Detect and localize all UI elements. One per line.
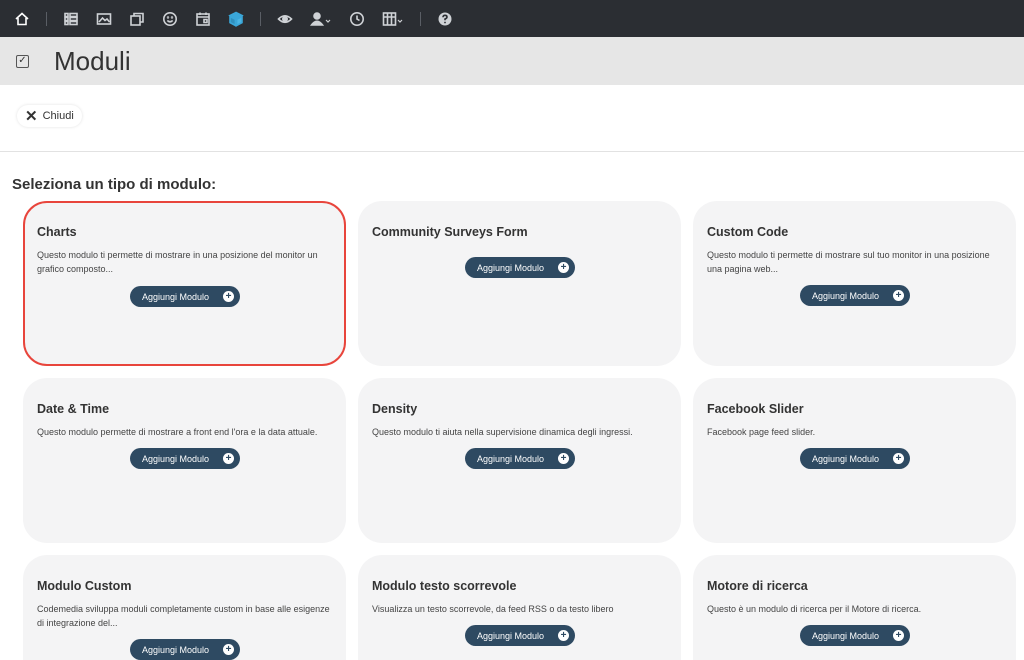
add-module-label: Aggiungi Modulo	[812, 630, 880, 641]
card-description: Visualizza un testo scorrevole, da feed …	[372, 604, 614, 614]
toolbar-divider	[420, 11, 421, 26]
add-module-label: Aggiungi Modulo	[477, 630, 545, 641]
plus-circle-icon: +	[893, 453, 904, 464]
layers-icon[interactable]	[128, 10, 146, 28]
module-card-modulo-custom[interactable]: Modulo Custom Codemedia sviluppa moduli …	[23, 555, 346, 660]
add-module-button[interactable]: Aggiungi Modulo +	[800, 625, 910, 646]
add-module-button[interactable]: Aggiungi Modulo +	[130, 639, 240, 660]
close-button-label: Chiudi	[42, 110, 74, 122]
module-card-custom-code[interactable]: Custom Code Questo modulo ti permette di…	[693, 201, 1016, 366]
cube-icon[interactable]	[227, 10, 245, 28]
checkbox-icon: ✓	[16, 54, 29, 68]
plus-circle-icon: +	[223, 453, 234, 464]
add-module-button[interactable]: Aggiungi Modulo +	[130, 286, 240, 307]
card-title: Date & Time	[37, 402, 110, 416]
help-icon[interactable]	[436, 10, 454, 28]
plus-circle-icon: +	[893, 630, 904, 641]
add-module-button[interactable]: Aggiungi Modulo +	[130, 448, 240, 469]
card-description: Questo è un modulo di ricerca per il Mot…	[707, 604, 922, 614]
plus-circle-icon: +	[223, 291, 234, 302]
add-module-label: Aggiungi Modulo	[477, 262, 545, 273]
add-module-button[interactable]: Aggiungi Modulo +	[465, 448, 575, 469]
plus-circle-icon: +	[558, 262, 569, 273]
card-description: Questo modulo ti aiuta nella supervision…	[372, 427, 633, 437]
module-card-community-surveys-form[interactable]: Community Surveys Form Aggiungi Modulo +	[358, 201, 681, 366]
card-title: Density	[372, 402, 418, 416]
card-title: Modulo Custom	[37, 579, 132, 593]
card-description: Codemedia sviluppa moduli completamente …	[37, 604, 330, 628]
module-card-date-time[interactable]: Date & Time Questo modulo permette di mo…	[23, 378, 346, 543]
columns-icon[interactable]	[381, 10, 405, 28]
add-module-label: Aggiungi Modulo	[142, 644, 210, 655]
module-card-density[interactable]: Density Questo modulo ti aiuta nella sup…	[358, 378, 681, 543]
add-module-button[interactable]: Aggiungi Modulo +	[800, 448, 910, 469]
card-title: Charts	[37, 225, 77, 239]
module-card-motore-di-ricerca[interactable]: Motore di ricerca Questo è un modulo di …	[693, 555, 1016, 660]
plus-circle-icon: +	[223, 644, 234, 655]
add-module-label: Aggiungi Modulo	[812, 290, 880, 301]
clock-icon[interactable]	[348, 10, 366, 28]
smile-icon[interactable]	[161, 10, 179, 28]
plus-circle-icon: +	[558, 630, 569, 641]
grid-icon[interactable]	[62, 10, 80, 28]
user-icon[interactable]	[309, 10, 333, 28]
plus-circle-icon: +	[558, 453, 569, 464]
divider	[0, 151, 1024, 152]
page-title: Moduli	[54, 45, 131, 76]
card-title: Community Surveys Form	[372, 225, 528, 239]
home-icon[interactable]	[13, 10, 31, 28]
card-description: Questo modulo ti permette di mostrare su…	[707, 250, 990, 274]
add-module-button[interactable]: Aggiungi Modulo +	[465, 625, 575, 646]
toolbar-divider	[46, 11, 47, 26]
eye-icon[interactable]	[276, 10, 294, 28]
module-card-modulo-testo-scorrevole[interactable]: Modulo testo scorrevole Visualizza un te…	[358, 555, 681, 660]
card-description: Questo modulo ti permette di mostrare in…	[37, 250, 318, 274]
calendar-icon[interactable]	[194, 10, 212, 28]
toolbar-divider	[260, 11, 261, 26]
add-module-label: Aggiungi Modulo	[812, 453, 880, 464]
add-module-button[interactable]: Aggiungi Modulo +	[465, 257, 575, 278]
card-description: Facebook page feed slider.	[707, 427, 816, 437]
module-card-facebook-slider[interactable]: Facebook Slider Facebook page feed slide…	[693, 378, 1016, 543]
close-icon: ✕	[25, 107, 38, 125]
add-module-button[interactable]: Aggiungi Modulo +	[800, 285, 910, 306]
add-module-label: Aggiungi Modulo	[477, 453, 545, 464]
top-toolbar	[0, 0, 1024, 37]
card-title: Facebook Slider	[707, 402, 804, 416]
add-module-label: Aggiungi Modulo	[142, 291, 210, 302]
card-title: Modulo testo scorrevole	[372, 579, 517, 593]
add-module-label: Aggiungi Modulo	[142, 453, 210, 464]
card-title: Motore di ricerca	[707, 579, 808, 593]
module-card-charts[interactable]: Charts Questo modulo ti permette di most…	[23, 201, 346, 366]
card-description: Questo modulo permette di mostrare a fro…	[37, 427, 318, 437]
section-title: Seleziona un tipo di modulo:	[12, 176, 217, 193]
plus-circle-icon: +	[893, 290, 904, 301]
card-title: Custom Code	[707, 225, 789, 239]
image-icon[interactable]	[95, 10, 113, 28]
page-header: ✓ Moduli	[0, 37, 1024, 85]
close-button[interactable]: ✕ Chiudi	[17, 105, 82, 127]
